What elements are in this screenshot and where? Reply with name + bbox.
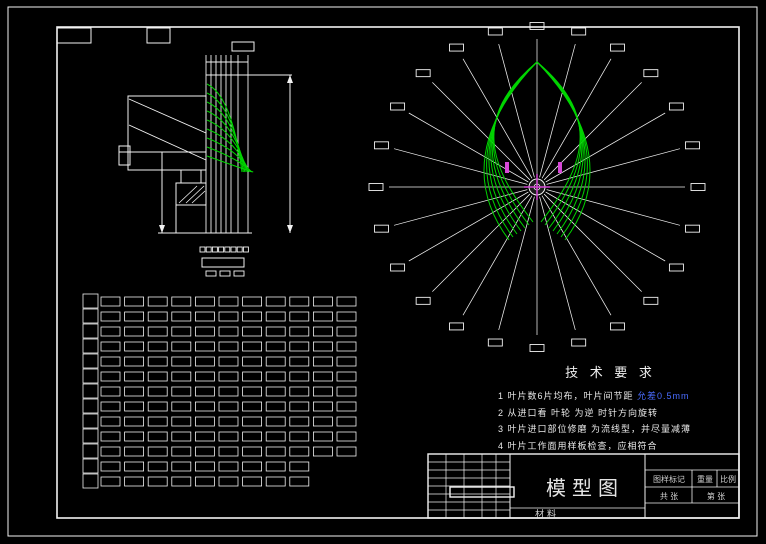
sheet-number-label: 第 张 — [693, 491, 739, 502]
tech-requirement-item-4: 4 叶片工作面用样板检查，应相符合 — [498, 438, 723, 455]
scale-column-label: 比例 — [717, 474, 739, 485]
drawing-title: 模型图 — [533, 472, 637, 501]
magenta-mark-right — [558, 162, 562, 173]
tech-requirement-item-3: 3 叶片进口部位修磨 为流线型，并尽量减薄 — [498, 421, 723, 438]
sheets-total-label: 共 张 — [646, 491, 692, 502]
blade-side-view — [119, 42, 293, 276]
mark-column-label: 图样标记 — [646, 474, 692, 485]
tech-item-3-text: 3 叶片进口部位修磨 为流线型，并尽量减薄 — [498, 424, 691, 434]
tech-requirement-item-2: 2 从进口看 叶轮 为逆 时针方向旋转 — [498, 405, 723, 422]
tech-requirement-item-1: 1 叶片数6片均布，叶片间节距 允差0.5mm — [498, 388, 723, 405]
technical-requirements-block: 技 术 要 求 1 叶片数6片均布，叶片间节距 允差0.5mm 2 从进口看 叶… — [498, 362, 723, 454]
tech-item-4-text: 4 叶片工作面用样板检查，应相符合 — [498, 441, 658, 451]
cad-canvas — [0, 0, 766, 544]
tech-requirements-title: 技 术 要 求 — [498, 362, 723, 381]
tech-item-1-highlight: 允差0.5mm — [637, 391, 690, 401]
tech-item-1-text: 1 叶片数6片均布，叶片间节距 — [498, 391, 637, 401]
tech-item-2-text: 2 从进口看 叶轮 为逆 时针方向旋转 — [498, 408, 658, 418]
weight-column-label: 重量 — [693, 474, 717, 485]
magenta-mark-left — [505, 162, 509, 173]
cad-drawing-viewport: 技 术 要 求 1 叶片数6片均布，叶片间节距 允差0.5mm 2 从进口看 叶… — [0, 0, 766, 544]
impeller-front-view — [369, 23, 705, 352]
material-label: 材料 — [512, 507, 582, 520]
parameter-table — [83, 294, 356, 488]
